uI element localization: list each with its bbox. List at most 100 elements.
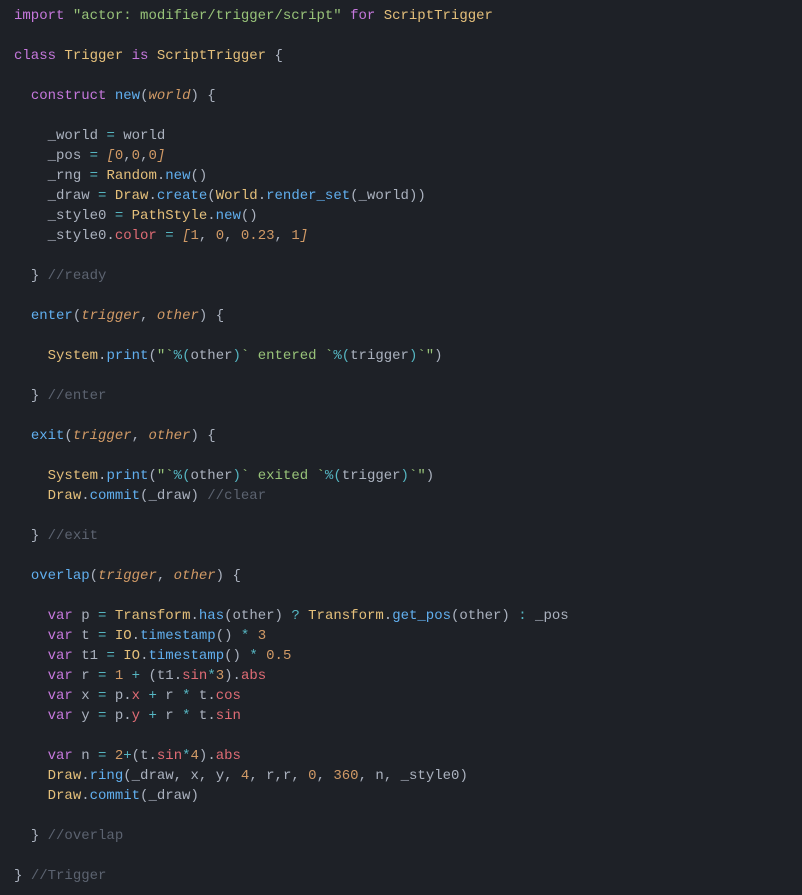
number: 0 <box>132 148 140 164</box>
identifier: n <box>375 768 383 784</box>
keyword-var: var <box>48 748 73 764</box>
op-eq: = <box>90 148 98 164</box>
op-mul: * <box>249 648 257 664</box>
identifier: other <box>459 608 501 624</box>
bracket: ] <box>300 228 308 244</box>
dot: . <box>233 668 241 684</box>
dot: . <box>123 708 131 724</box>
code-line: var n = 2+(t.sin*4).abs <box>14 748 241 764</box>
number: 2 <box>115 748 123 764</box>
comma: , <box>174 768 191 784</box>
dot: . <box>174 668 182 684</box>
paren: ) <box>275 608 283 624</box>
code-line: System.print("`%(other)` exited `%(trigg… <box>14 468 434 484</box>
dot: . <box>207 688 215 704</box>
fn-call: render_set <box>266 188 350 204</box>
parens: () <box>190 168 207 184</box>
comma: , <box>317 768 334 784</box>
paren: ( <box>350 188 358 204</box>
identifier: other <box>233 608 275 624</box>
op-eq: = <box>106 648 114 664</box>
parens: () <box>224 648 241 664</box>
brace: { <box>207 428 215 444</box>
type-name: Draw <box>115 188 149 204</box>
paren: ( <box>148 468 156 484</box>
string-literal: "actor: modifier/trigger/script" <box>73 8 342 24</box>
paren: ( <box>90 568 98 584</box>
comma: , <box>224 228 241 244</box>
paren: ) <box>401 468 409 484</box>
number: 0.23 <box>241 228 275 244</box>
keyword-var: var <box>48 628 73 644</box>
identifier: t1 <box>81 648 98 664</box>
identifier: _draw <box>148 488 190 504</box>
number: 3 <box>258 628 266 644</box>
comma: , <box>199 768 216 784</box>
identifier: _style0 <box>401 768 460 784</box>
fn-call: commit <box>90 488 140 504</box>
brace: { <box>274 48 282 64</box>
paren: ( <box>64 428 72 444</box>
comment: //Trigger <box>31 868 107 884</box>
op-eq: = <box>98 688 106 704</box>
code-line: class Trigger is ScriptTrigger { <box>14 48 283 64</box>
paren: ( <box>123 768 131 784</box>
op-eq: = <box>98 188 106 204</box>
comma: , <box>359 768 376 784</box>
string-literal: "` <box>157 468 174 484</box>
op-eq: = <box>98 708 106 724</box>
dot: . <box>207 208 215 224</box>
keyword-construct: construct <box>31 88 107 104</box>
type-name: Transform <box>115 608 191 624</box>
field: _world <box>48 128 98 144</box>
string-literal: ` exited ` <box>241 468 325 484</box>
dot: . <box>190 608 198 624</box>
brace: } <box>31 828 39 844</box>
code-line: } //ready <box>14 268 106 284</box>
paren: ) <box>501 608 509 624</box>
field: _rng <box>48 168 82 184</box>
dot: . <box>207 748 215 764</box>
paren: ( <box>148 668 156 684</box>
fn-call: new <box>165 168 190 184</box>
property: sin <box>216 708 241 724</box>
code-line: Draw.commit(_draw) <box>14 788 199 804</box>
identifier: world <box>123 128 165 144</box>
paren: ) <box>190 788 198 804</box>
property: sin <box>157 748 182 764</box>
dot: . <box>148 748 156 764</box>
bracket: ] <box>157 148 165 164</box>
identifier: x <box>81 688 89 704</box>
paren: ) <box>199 308 207 324</box>
comma: , <box>224 768 241 784</box>
parens: () <box>216 628 233 644</box>
code-line: Draw.ring(_draw, x, y, 4, r,r, 0, 360, n… <box>14 768 468 784</box>
op-mul: * <box>182 688 190 704</box>
comma: , <box>199 228 216 244</box>
op-eq: = <box>90 168 98 184</box>
param: trigger <box>81 308 140 324</box>
paren: ) <box>190 488 198 504</box>
paren: ( <box>224 608 232 624</box>
number: 1 <box>291 228 299 244</box>
type-name: World <box>216 188 258 204</box>
type-name: System <box>48 348 98 364</box>
number: 0 <box>148 148 156 164</box>
code-line: var t = IO.timestamp() * 3 <box>14 628 266 644</box>
property: x <box>132 688 140 704</box>
dot: . <box>258 188 266 204</box>
interp: %( <box>174 348 191 364</box>
comment: //overlap <box>48 828 124 844</box>
interp: %( <box>325 468 342 484</box>
op-mul: * <box>241 628 249 644</box>
comma: , <box>132 428 149 444</box>
string-literal: `" <box>409 468 426 484</box>
type-name: System <box>48 468 98 484</box>
identifier: r <box>81 668 89 684</box>
comma: , <box>275 768 283 784</box>
code-line: var x = p.x + r * t.cos <box>14 688 241 704</box>
paren: ) <box>190 428 198 444</box>
number: 0 <box>115 148 123 164</box>
parens: () <box>241 208 258 224</box>
code-editor[interactable]: import "actor: modifier/trigger/script" … <box>0 0 802 892</box>
